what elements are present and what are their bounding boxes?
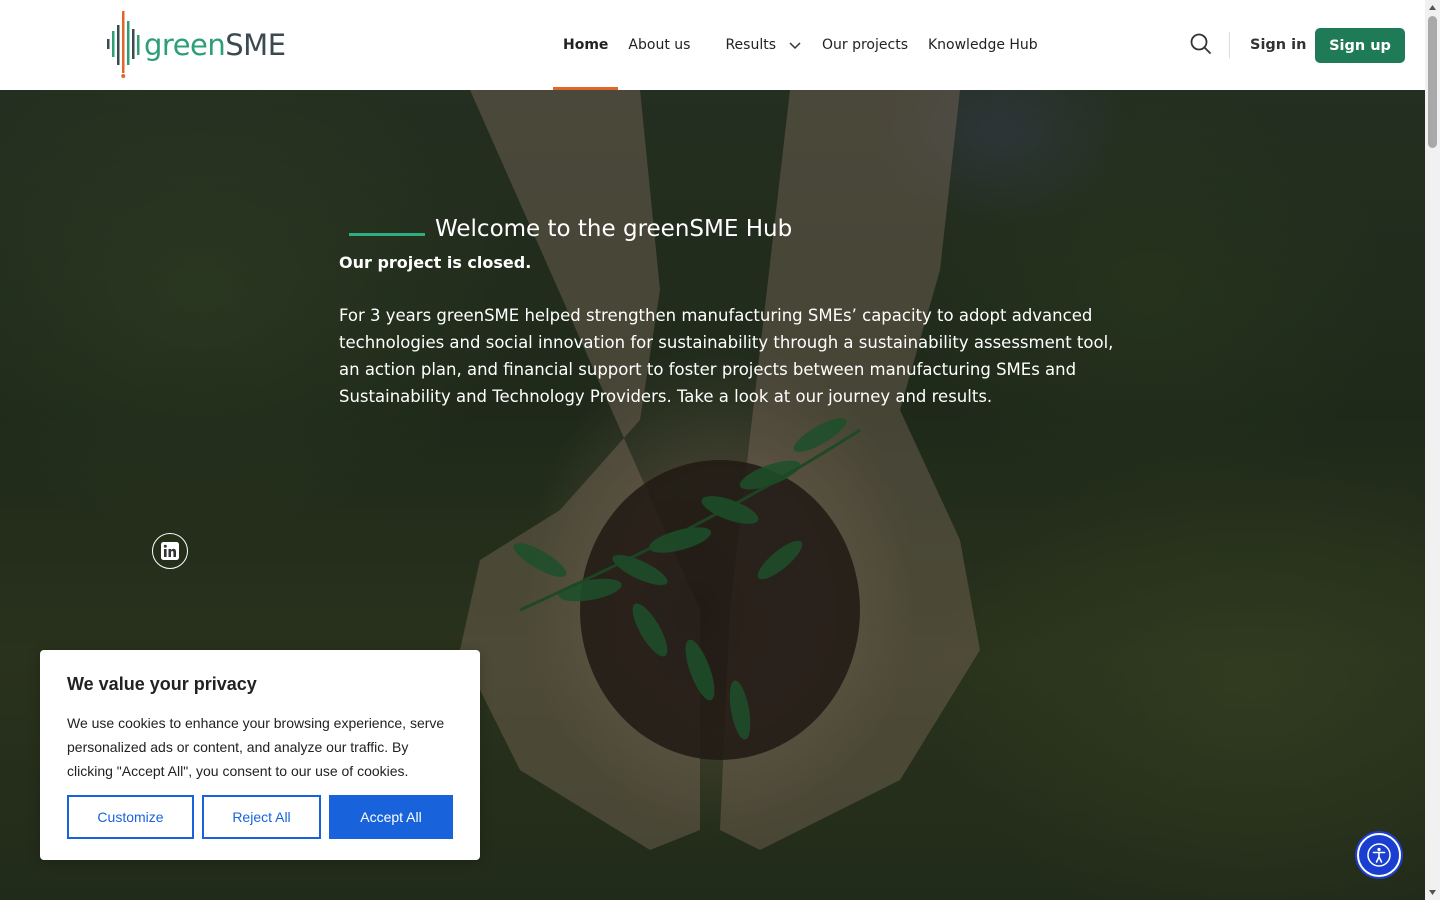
hero-description: For 3 years greenSME helped strengthen m…	[339, 306, 1114, 406]
customize-button[interactable]: Customize	[67, 795, 194, 839]
site-header: greenSME Home About us Results Our proje…	[0, 0, 1425, 90]
accessibility-figure-icon	[1367, 843, 1391, 867]
sign-in-link[interactable]: Sign in	[1244, 30, 1312, 60]
header-divider	[1229, 32, 1230, 58]
scroll-up-arrow-icon[interactable]	[1428, 3, 1437, 12]
cookie-buttons: Customize Reject All Accept All	[67, 795, 461, 839]
hero-content: Welcome to the greenSME Hub Our project …	[339, 214, 1139, 410]
scrollbar-thumb[interactable]	[1428, 16, 1437, 148]
nav-item-our-projects[interactable]: Our projects	[812, 0, 918, 90]
nav-item-knowledge-hub[interactable]: Knowledge Hub	[918, 0, 1048, 90]
page-scrollbar[interactable]	[1425, 0, 1440, 900]
accept-all-button[interactable]: Accept All	[329, 795, 453, 839]
chevron-down-icon	[789, 42, 801, 50]
site-logo[interactable]: greenSME	[106, 10, 286, 80]
cookie-title: We value your privacy	[67, 674, 257, 694]
nav-item-results[interactable]: Results	[715, 0, 812, 90]
linkedin-glyph-icon	[161, 542, 179, 560]
sign-up-button[interactable]: Sign up	[1315, 28, 1405, 63]
cookie-text: We use cookies to enhance your browsing …	[67, 715, 445, 779]
logo-text: greenSME	[144, 28, 286, 62]
accessibility-icon[interactable]	[1357, 833, 1401, 877]
nav-item-home[interactable]: Home	[553, 0, 619, 90]
nav-item-about-us[interactable]: About us	[618, 0, 700, 90]
scroll-down-arrow-icon[interactable]	[1428, 888, 1437, 897]
main-nav: Home About us Results Our projects Knowl…	[553, 0, 1048, 90]
project-closed-text: Our project is closed.	[339, 253, 532, 272]
logo-mark-icon	[107, 11, 140, 78]
welcome-heading: Welcome to the greenSME Hub	[435, 216, 793, 242]
search-icon[interactable]	[1188, 31, 1214, 57]
linkedin-icon[interactable]	[152, 533, 188, 569]
welcome-accent-line	[349, 232, 425, 236]
cookie-consent-banner: We value your privacy We use cookies to …	[40, 650, 480, 860]
welcome-heading-row: Welcome to the greenSME Hub	[339, 214, 1139, 244]
reject-all-button[interactable]: Reject All	[202, 795, 321, 839]
